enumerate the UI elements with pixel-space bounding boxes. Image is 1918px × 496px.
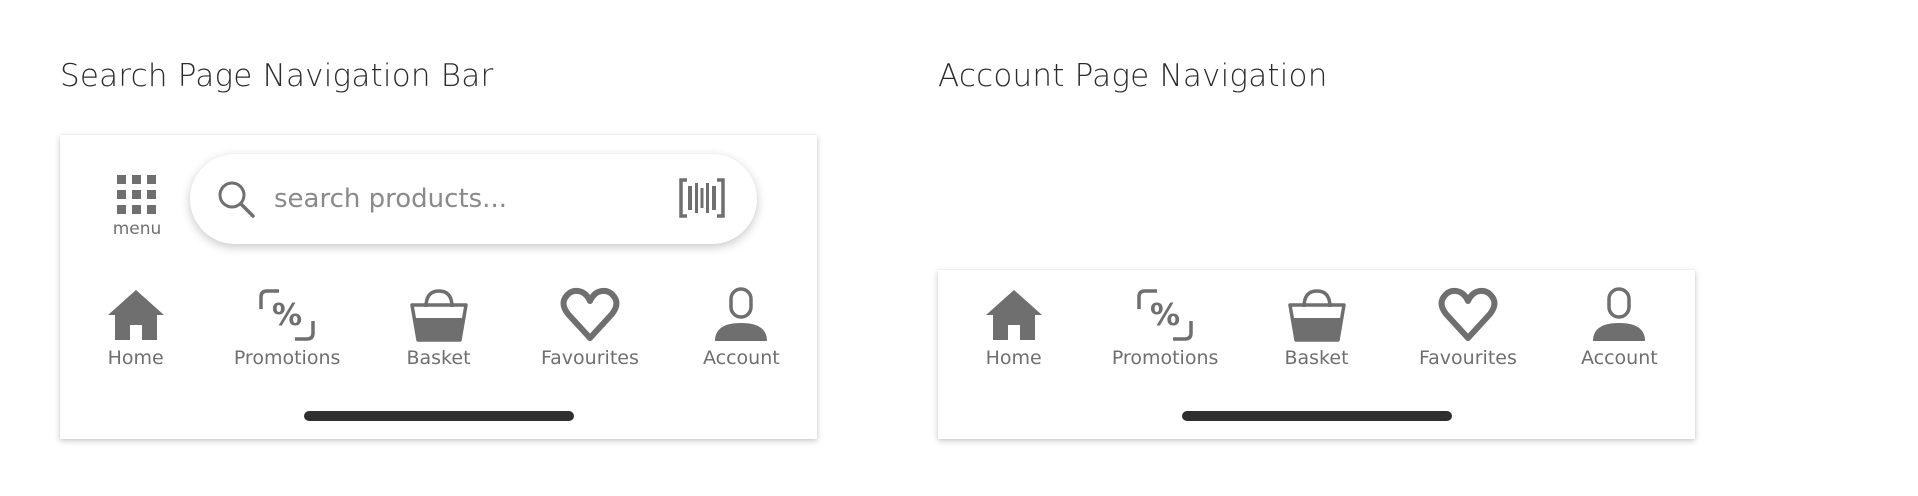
percent-icon: %: [1137, 289, 1193, 341]
nav-promotions[interactable]: % Promotions: [211, 287, 362, 369]
nav-promotions[interactable]: % Promotions: [1089, 287, 1240, 369]
nav-basket[interactable]: Basket: [1241, 287, 1392, 369]
search-section-title: Search Page Navigation Bar: [60, 58, 494, 94]
nav-label: Account: [1580, 347, 1658, 369]
nav-basket[interactable]: Basket: [363, 287, 514, 369]
basket-icon: [409, 289, 468, 342]
home-indicator[interactable]: [1182, 411, 1452, 421]
nav-label: Favourites: [1418, 347, 1517, 369]
heart-icon: [1438, 287, 1498, 341]
account-icon: [1593, 287, 1646, 341]
account-nav-card: Home % Promotions Basket Favourites Acco…: [938, 270, 1695, 439]
search-bar: [190, 154, 757, 244]
nav-label: Promotions: [1111, 347, 1219, 369]
nav-favourites[interactable]: Favourites: [1392, 287, 1543, 369]
heart-icon: [560, 287, 620, 341]
basket-icon: [1287, 289, 1346, 342]
nav-favourites[interactable]: Favourites: [514, 287, 665, 369]
nav-label: Favourites: [540, 347, 639, 369]
nav-label: Promotions: [233, 347, 341, 369]
home-icon: [107, 290, 164, 340]
home-icon: [985, 290, 1042, 340]
account-icon: [715, 287, 768, 341]
menu-label: menu: [112, 219, 162, 239]
nav-account[interactable]: Account: [1544, 287, 1695, 369]
search-bottom-nav: Home % Promotions Basket Favourites Acco…: [60, 287, 817, 369]
svg-text:%: %: [272, 298, 302, 333]
search-icon: [218, 181, 255, 218]
grid-icon: [117, 175, 156, 214]
nav-home[interactable]: Home: [938, 287, 1089, 369]
search-nav-card: menu Home %: [60, 135, 817, 439]
nav-label: Home: [107, 347, 164, 369]
home-indicator[interactable]: [304, 411, 574, 421]
percent-icon: %: [259, 289, 315, 341]
search-input[interactable]: [272, 176, 656, 222]
nav-label: Account: [702, 347, 780, 369]
account-section-title: Account Page Navigation: [938, 58, 1328, 94]
svg-text:%: %: [1150, 298, 1180, 333]
account-bottom-nav: Home % Promotions Basket Favourites Acco…: [938, 287, 1695, 369]
nav-label: Home: [985, 347, 1042, 369]
barcode-icon[interactable]: [678, 177, 726, 219]
nav-label: Basket: [1284, 347, 1349, 369]
nav-account[interactable]: Account: [666, 287, 817, 369]
nav-label: Basket: [406, 347, 471, 369]
nav-home[interactable]: Home: [60, 287, 211, 369]
menu-button[interactable]: menu: [110, 175, 164, 239]
